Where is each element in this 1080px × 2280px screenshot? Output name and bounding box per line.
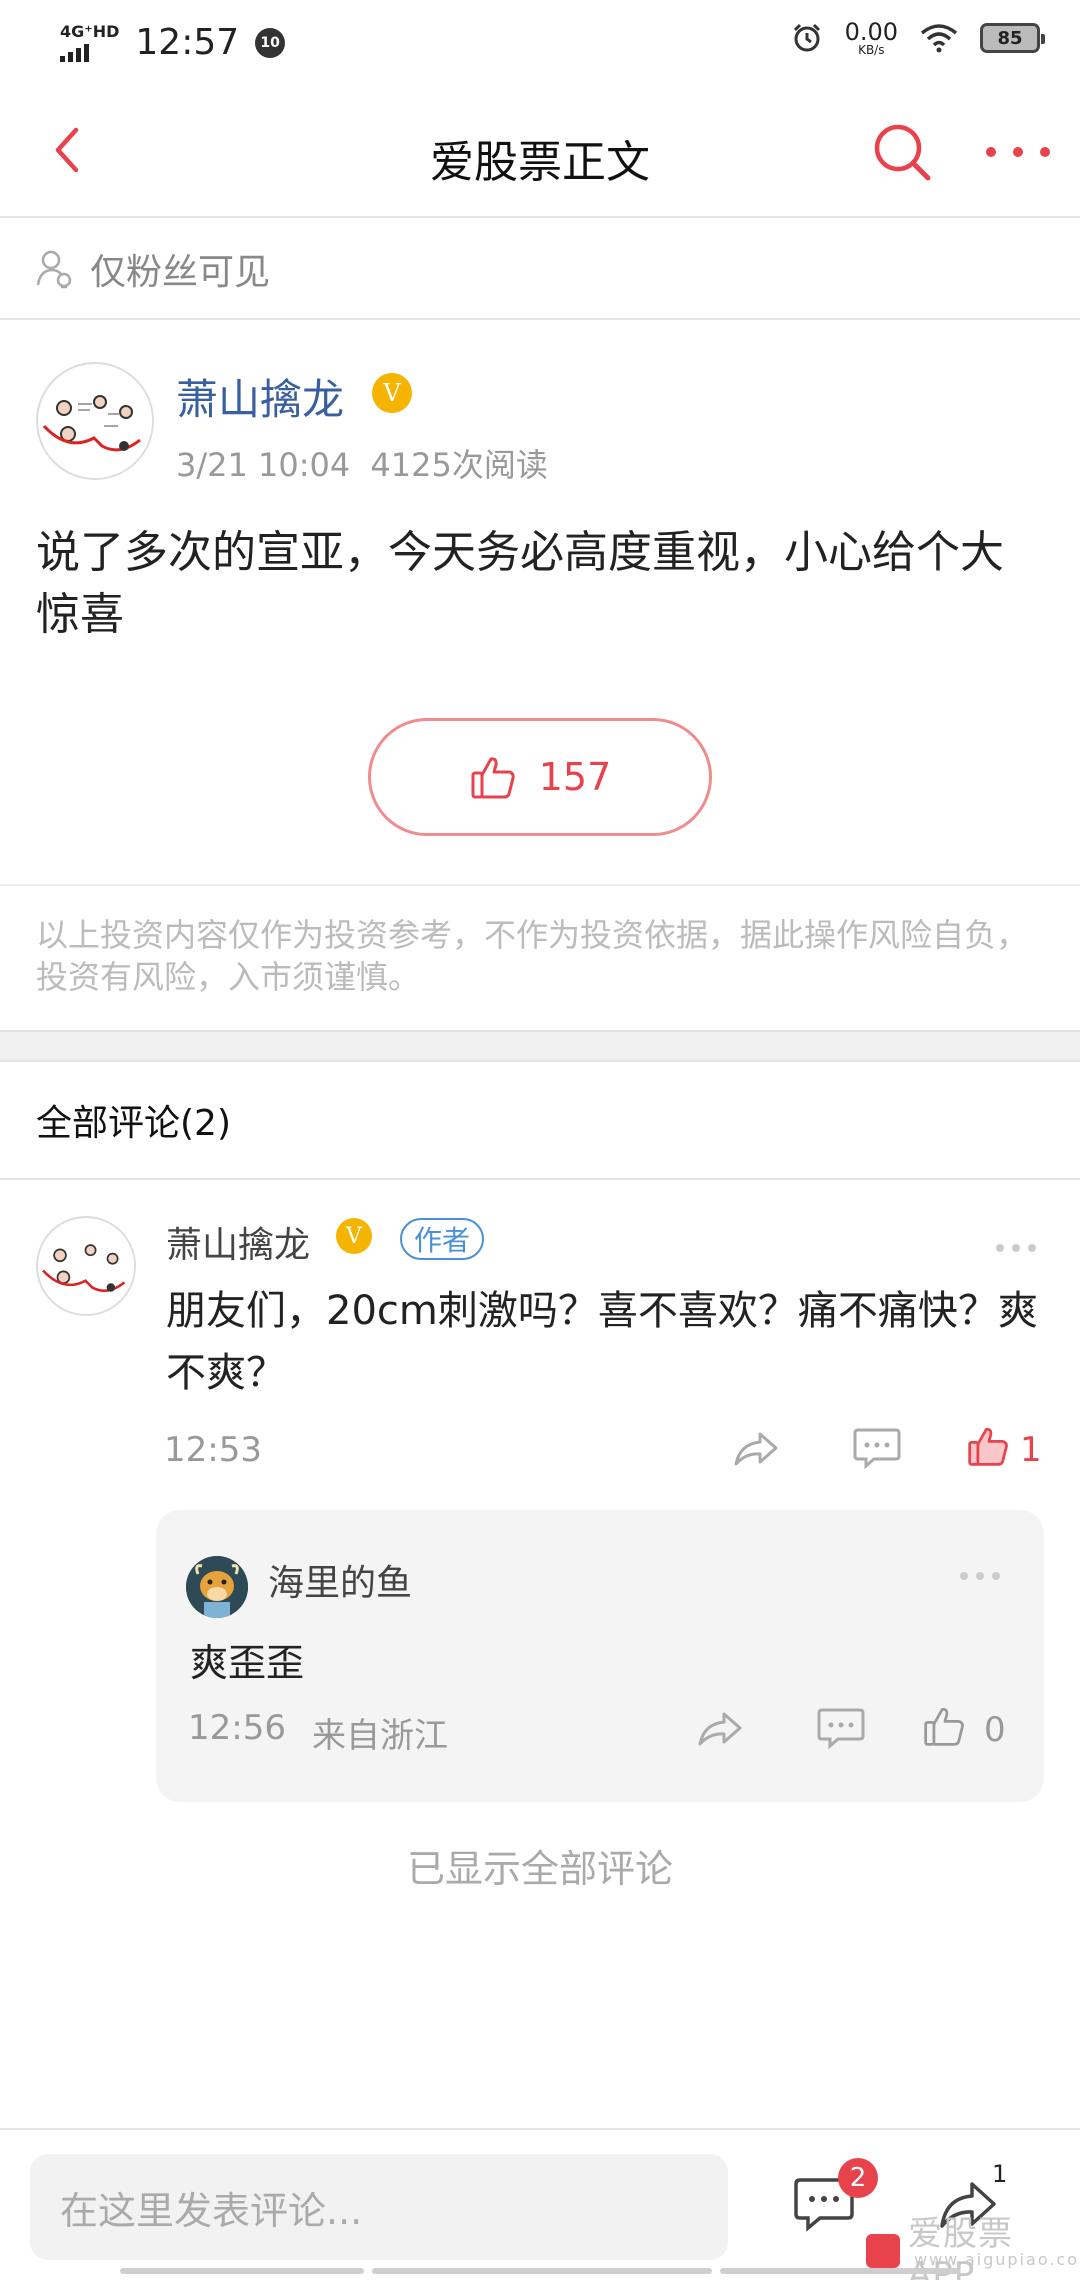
watermark-url: www.aigupiao.com [914, 2250, 1080, 2269]
comment-author-name[interactable]: 萧山擒龙 [166, 1216, 310, 1268]
network-indicator: 4G⁺HD [60, 21, 120, 62]
author-tag: 作者 [400, 1218, 484, 1260]
share-icon[interactable] [696, 1706, 744, 1750]
app-logo-icon [866, 2233, 900, 2268]
disclaimer-text: 以上投资内容仅作为投资参考，不作为投资依据，据此操作风险自负，投资有风险，入市须… [0, 884, 1080, 1032]
avatar-cartoon-image [39, 365, 152, 478]
post-meta: 3/21 10:04 4125次阅读 [176, 440, 548, 486]
status-bar: 4G⁺HD 12:57 10 0.00 KB/s 85 [0, 0, 1080, 90]
comment-more-icon[interactable] [996, 1244, 1036, 1252]
post-author-name[interactable]: 萧山擒龙 [176, 366, 344, 427]
verified-badge-icon: V [336, 1218, 372, 1254]
thumbs-up-icon[interactable] [922, 1704, 966, 1748]
reply-author-avatar[interactable] [186, 1556, 248, 1618]
reply-more-icon[interactable] [960, 1572, 1000, 1580]
notification-count-badge: 10 [255, 27, 286, 58]
alarm-icon [793, 23, 820, 52]
comment-text: 朋友们，20cm刺激吗？喜不喜欢？痛不痛快？爽不爽？ [166, 1288, 1038, 1396]
comment-input[interactable]: 在这里发表评论... [30, 2154, 728, 2260]
visibility-bar: 仅粉丝可见 [0, 220, 1080, 320]
network-type: 4G⁺HD [60, 21, 120, 41]
comment-time: 12:53 [164, 1430, 262, 1470]
reply-like-count: 0 [984, 1710, 1006, 1750]
avatar-cartoon-image [38, 1218, 134, 1314]
comment-like-count: 1 [1020, 1430, 1042, 1470]
comment-author-avatar[interactable] [36, 1216, 136, 1316]
signal-icon [60, 42, 89, 62]
avatar-bull-image [186, 1556, 248, 1618]
author-avatar[interactable] [36, 362, 154, 480]
section-divider [0, 1030, 1080, 1062]
post-reads: 4125次阅读 [370, 446, 548, 484]
post-like-button[interactable]: 157 [368, 718, 712, 836]
reply-comment-icon[interactable] [852, 1426, 902, 1470]
battery-icon: 85 [980, 23, 1045, 53]
speed-value: 0.00 [844, 18, 898, 46]
home-indicator [372, 2268, 712, 2274]
home-indicator [720, 2268, 960, 2274]
reply-location: 来自浙江 [312, 1716, 448, 1756]
share-count: 1 [992, 2160, 1008, 2188]
top-nav-bar: 爱股票正文 [0, 90, 1080, 218]
comment-count-badge: 2 [838, 2158, 878, 2198]
visibility-label: 仅粉丝可见 [90, 252, 271, 293]
share-icon[interactable] [732, 1426, 780, 1470]
comments-header: 全部评论(2) [0, 1062, 1080, 1180]
thumbs-up-icon [471, 757, 515, 799]
status-time: 12:57 [135, 22, 240, 63]
post-content: 说了多次的宣亚，今天务必高度重视，小心给个大惊喜 [36, 527, 1004, 640]
network-speed: 0.00 KB/s [845, 20, 898, 56]
status-left: 4G⁺HD 12:57 10 [60, 21, 286, 63]
all-comments-shown-label: 已显示全部评论 [406, 1847, 673, 1891]
reply-author-name[interactable]: 海里的鱼 [268, 1554, 412, 1606]
search-icon[interactable] [868, 118, 936, 186]
user-lock-icon [36, 250, 72, 289]
wifi-icon [920, 24, 958, 53]
reply-time: 12:56 [188, 1708, 286, 1748]
more-dots-icon[interactable] [986, 134, 1050, 170]
home-indicator [120, 2268, 364, 2274]
reply-text: 爽歪歪 [190, 1641, 305, 1685]
thumbs-up-icon[interactable] [966, 1424, 1010, 1468]
post-date: 3/21 10:04 [176, 446, 351, 484]
status-right: 0.00 KB/s 85 [791, 20, 1045, 56]
post-like-count: 157 [538, 755, 612, 799]
verified-badge-icon: V [372, 373, 412, 413]
reply-comment-icon[interactable] [816, 1706, 866, 1750]
